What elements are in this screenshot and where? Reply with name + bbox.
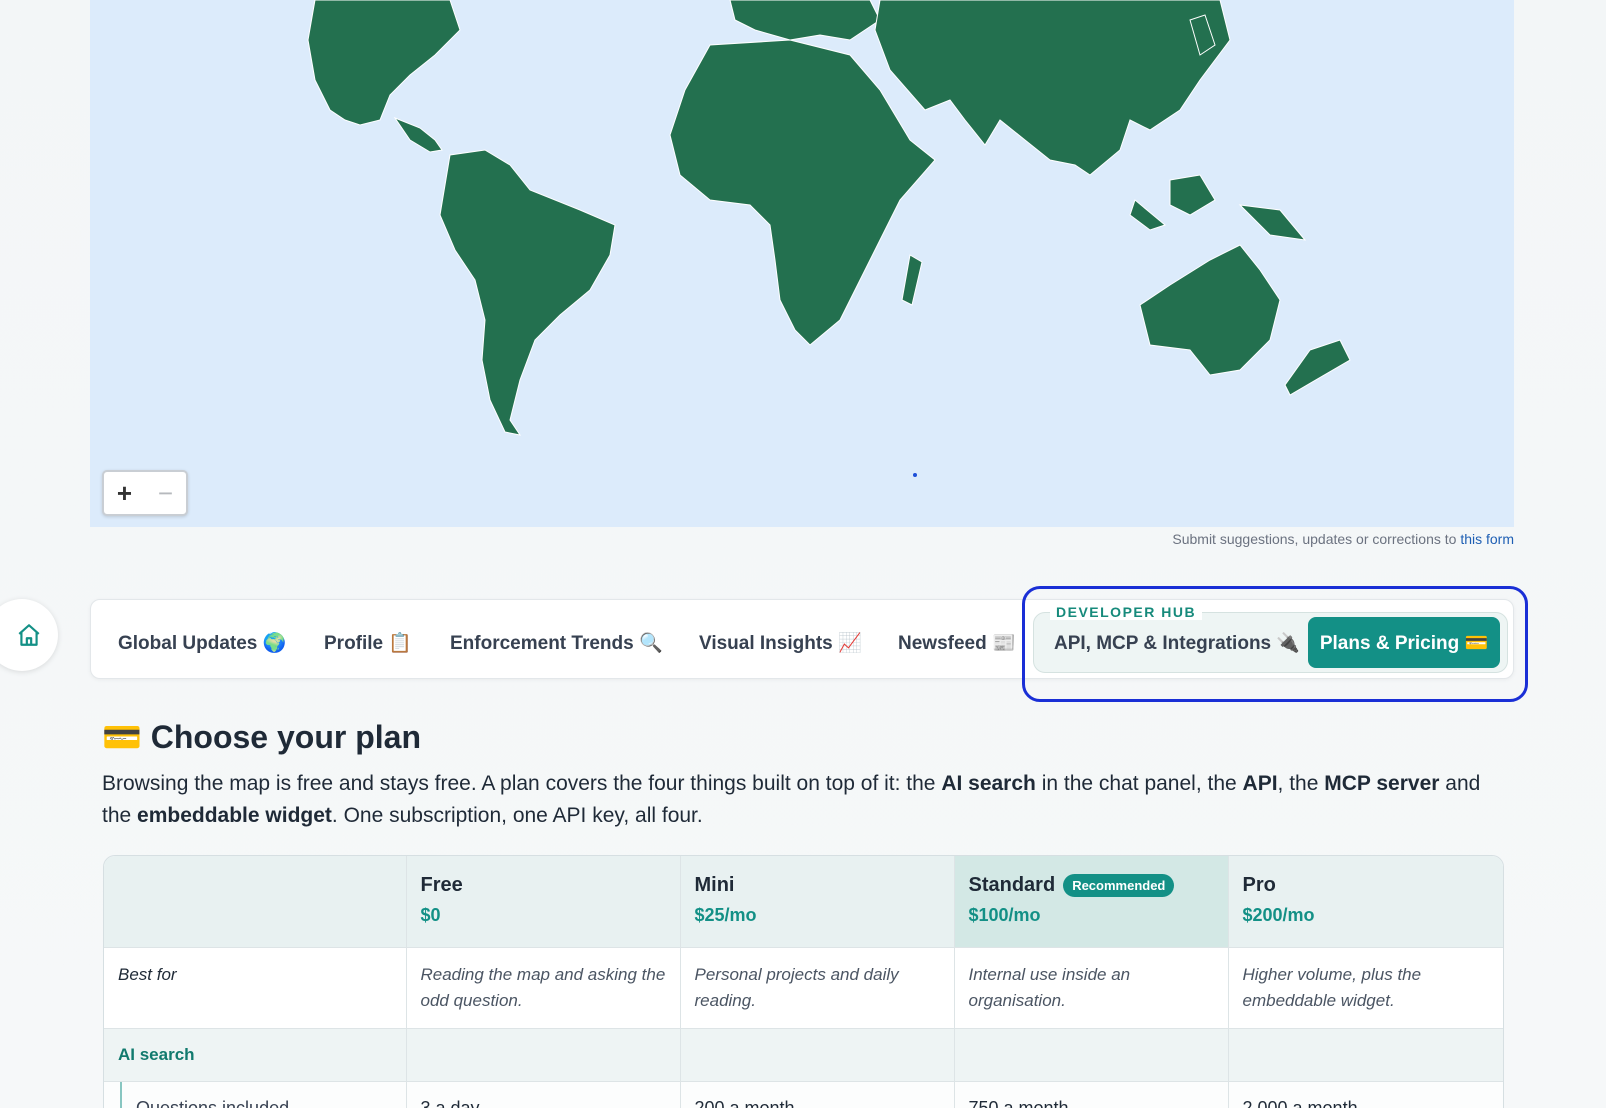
table-row: Questions included 3 a day 200 a month 7… xyxy=(104,1081,1503,1108)
table-cell xyxy=(954,1028,1229,1082)
intro-text-5: . One subscription, one API key, all fou… xyxy=(331,804,703,827)
table-cell: Personal projects and daily reading. xyxy=(680,947,955,1029)
row-label: Best for xyxy=(104,947,407,1029)
zoom-out-button[interactable]: − xyxy=(149,480,183,506)
plan-name: Free xyxy=(420,874,463,896)
zoom-in-button[interactable]: + xyxy=(108,480,142,506)
home-button[interactable] xyxy=(0,599,58,671)
header-empty-cell xyxy=(104,856,407,948)
intro-text-2: in the chat panel, the xyxy=(1035,772,1243,795)
plan-price: $25/mo xyxy=(694,905,757,925)
table-cell: 3 a day xyxy=(406,1081,681,1108)
tab-enforcement-trends[interactable]: Enforcement Trends 🔍 xyxy=(450,631,663,655)
attribution-link[interactable]: this form xyxy=(1460,531,1514,547)
intro-bold-widget: embeddable widget xyxy=(137,804,332,827)
tab-global-updates[interactable]: Global Updates 🌍 xyxy=(118,631,286,655)
table-section-row: AI search xyxy=(104,1028,1503,1082)
attribution-text: Submit suggestions, updates or correctio… xyxy=(1172,531,1461,547)
tab-api-mcp-integrations[interactable]: API, MCP & Integrations 🔌 xyxy=(1054,631,1300,655)
intro-paragraph: Browsing the map is free and stays free.… xyxy=(102,768,1512,832)
map-attribution: Submit suggestions, updates or correctio… xyxy=(1172,531,1514,547)
tab-visual-insights[interactable]: Visual Insights 📈 xyxy=(699,631,862,655)
tab-newsfeed[interactable]: Newsfeed 📰 xyxy=(898,631,1016,655)
table-row: Best for Reading the map and asking the … xyxy=(104,947,1503,1029)
plan-price: $100/mo xyxy=(968,905,1041,925)
plan-name: Mini xyxy=(694,874,735,896)
table-cell: 2,000 a month xyxy=(1228,1081,1503,1108)
plan-price: $200/mo xyxy=(1242,905,1315,925)
plan-header-mini: Mini $25/mo xyxy=(680,856,955,948)
developer-hub-label: DEVELOPER HUB xyxy=(1050,604,1203,620)
plan-name: Standard xyxy=(968,874,1056,896)
home-icon xyxy=(18,624,40,646)
tab-profile[interactable]: Profile 📋 xyxy=(324,631,412,655)
intro-bold-mcp: MCP server xyxy=(1324,772,1440,795)
table-cell: 200 a month xyxy=(680,1081,955,1108)
intro-bold-ai-search: AI search xyxy=(941,772,1036,795)
plan-header-pro: Pro $200/mo xyxy=(1228,856,1503,948)
section-label: AI search xyxy=(104,1028,407,1082)
intro-bold-api: API xyxy=(1242,772,1278,795)
intro-text-1: Browsing the map is free and stays free.… xyxy=(102,772,942,795)
table-cell: Reading the map and asking the odd quest… xyxy=(406,947,681,1029)
table-cell xyxy=(406,1028,681,1082)
plan-name: Pro xyxy=(1242,874,1276,896)
intro-text-3: , the xyxy=(1277,772,1325,795)
table-cell: Internal use inside an organisation. xyxy=(954,947,1229,1029)
pricing-table: Free $0 Mini $25/mo Standard Recommended … xyxy=(103,855,1504,1108)
zoom-control: + − xyxy=(102,470,188,516)
table-cell xyxy=(1228,1028,1503,1082)
plan-price: $0 xyxy=(420,905,441,925)
table-cell xyxy=(680,1028,955,1082)
plan-header-free: Free $0 xyxy=(406,856,681,948)
table-cell: Higher volume, plus the embeddable widge… xyxy=(1228,947,1503,1029)
plan-header-standard: Standard Recommended $100/mo xyxy=(954,856,1229,948)
map-marker[interactable] xyxy=(913,473,917,477)
plan-name-row: Standard Recommended xyxy=(969,874,1214,897)
map-land xyxy=(307,0,1351,436)
recommended-badge: Recommended xyxy=(1063,874,1175,897)
row-label: Questions included xyxy=(104,1081,407,1108)
world-map[interactable]: + − xyxy=(90,0,1514,527)
table-cell: 750 a month xyxy=(954,1081,1229,1108)
table-header-row: Free $0 Mini $25/mo Standard Recommended … xyxy=(104,856,1503,948)
page-title: 💳 Choose your plan xyxy=(102,719,421,755)
tab-plans-pricing[interactable]: Plans & Pricing 💳 xyxy=(1308,617,1500,668)
